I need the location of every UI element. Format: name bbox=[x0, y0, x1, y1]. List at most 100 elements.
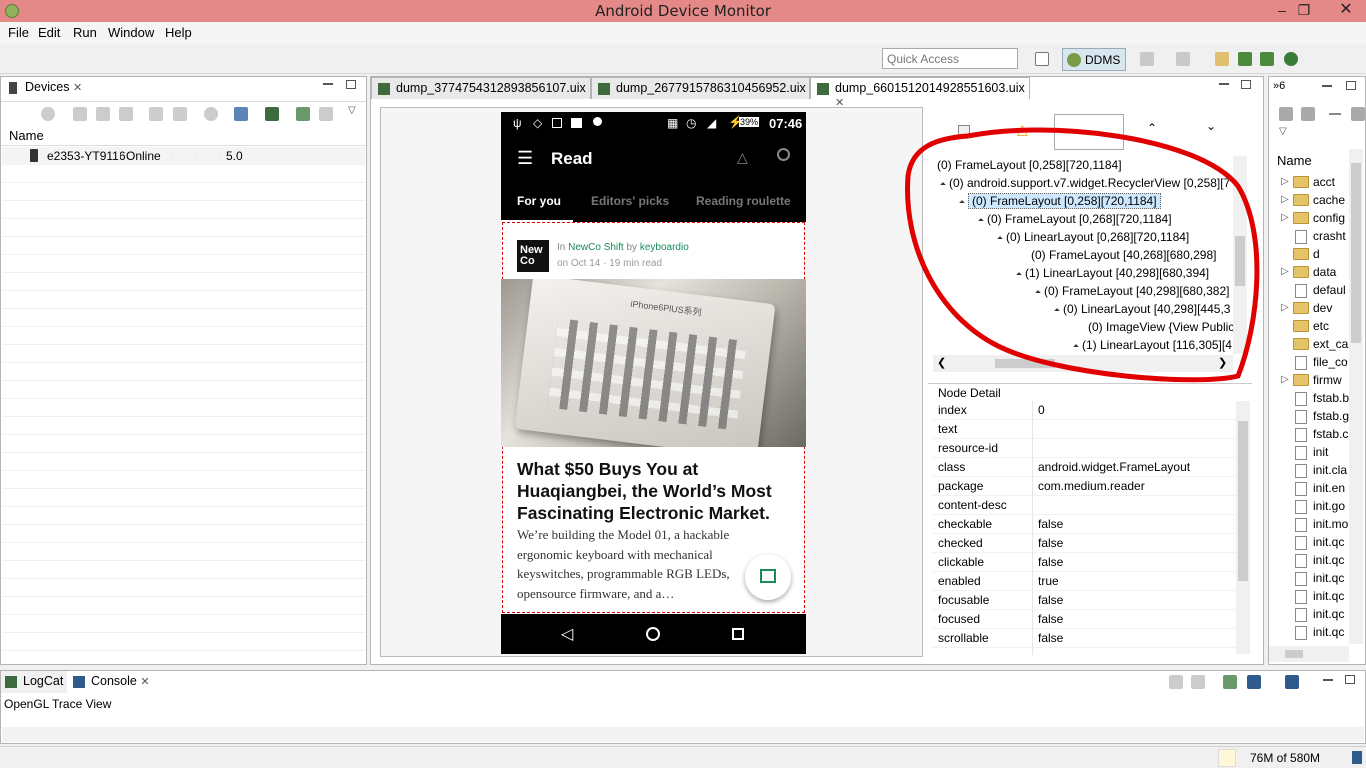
toolbar-action-icon[interactable] bbox=[1215, 52, 1229, 66]
close-icon[interactable]: ✕ bbox=[73, 82, 82, 94]
detail-row[interactable]: focusable false bbox=[932, 591, 1236, 610]
file-row[interactable]: init.qc bbox=[1269, 551, 1349, 569]
menu-file[interactable]: File bbox=[8, 25, 29, 40]
file-row[interactable]: ▷ firmw bbox=[1269, 371, 1349, 389]
new-folder-icon[interactable] bbox=[1351, 107, 1365, 121]
file-header-name[interactable]: Name bbox=[1277, 153, 1312, 168]
push-file-icon[interactable] bbox=[1301, 107, 1315, 121]
chevron-down-icon[interactable]: ▽ bbox=[1279, 126, 1287, 137]
vertical-scrollbar[interactable] bbox=[1349, 149, 1363, 644]
file-explorer-tab[interactable]: »6 bbox=[1273, 80, 1285, 92]
heap-dump-icon[interactable] bbox=[96, 107, 110, 121]
minimize-panel-icon[interactable] bbox=[1322, 85, 1332, 87]
back-icon[interactable]: ◁ bbox=[561, 624, 573, 644]
console-action-icon[interactable] bbox=[1285, 675, 1299, 689]
bell-icon[interactable]: △ bbox=[737, 149, 748, 166]
debug-icon[interactable] bbox=[41, 107, 55, 121]
search-icon[interactable] bbox=[777, 148, 790, 161]
devices-tab[interactable]: Devices ✕ bbox=[1, 77, 89, 99]
menu-run[interactable]: Run bbox=[73, 25, 97, 40]
console-action-icon[interactable] bbox=[1169, 675, 1183, 689]
expander-icon[interactable]: ▷ bbox=[1281, 173, 1289, 191]
expander-icon[interactable]: ▷ bbox=[1281, 371, 1289, 389]
file-row[interactable]: fstab.b bbox=[1269, 389, 1349, 407]
delete-icon[interactable] bbox=[1329, 113, 1341, 115]
scroll-thumb[interactable] bbox=[1351, 163, 1361, 343]
pull-file-icon[interactable] bbox=[1279, 107, 1293, 121]
detail-row[interactable]: class android.widget.FrameLayout bbox=[932, 458, 1236, 477]
minimize-panel-icon[interactable] bbox=[1219, 83, 1229, 85]
file-row[interactable]: init.qc bbox=[1269, 533, 1349, 551]
camera-icon[interactable] bbox=[234, 107, 248, 121]
scroll-thumb[interactable] bbox=[1238, 421, 1248, 581]
minimize-panel-icon[interactable] bbox=[1323, 679, 1333, 681]
systrace-icon[interactable] bbox=[296, 107, 310, 121]
detail-row[interactable]: clickable false bbox=[932, 553, 1236, 572]
device-row[interactable]: e2353-YT9116 Online 5.0 bbox=[2, 147, 365, 165]
tab-editors-picks[interactable]: Editors' picks bbox=[591, 194, 669, 208]
toolbar-action-icon[interactable] bbox=[1238, 52, 1252, 66]
hamburger-icon[interactable]: ☰ bbox=[517, 148, 533, 169]
toolbar-action-icon[interactable] bbox=[1176, 52, 1190, 66]
file-row[interactable]: ▷ data bbox=[1269, 263, 1349, 281]
minimize-panel-icon[interactable] bbox=[323, 83, 333, 85]
detail-row[interactable]: scrollable false bbox=[932, 629, 1236, 648]
console-action-icon[interactable] bbox=[1247, 675, 1261, 689]
file-row[interactable]: init.cla bbox=[1269, 461, 1349, 479]
detail-row[interactable]: package com.medium.reader bbox=[932, 477, 1236, 496]
ddms-perspective-button[interactable]: DDMS bbox=[1062, 48, 1126, 71]
horizontal-scrollbar[interactable] bbox=[1269, 646, 1349, 662]
editor-tab-3[interactable]: dump_6601512014928551603.uix ✕ bbox=[810, 77, 1030, 109]
author-link[interactable]: keyboardio bbox=[640, 242, 689, 253]
maximize-panel-icon[interactable] bbox=[1241, 80, 1251, 89]
expander-icon[interactable]: ▷ bbox=[1281, 263, 1289, 281]
detail-row[interactable]: index 0 bbox=[932, 401, 1236, 420]
file-row[interactable]: file_co bbox=[1269, 353, 1349, 371]
maximize-panel-icon[interactable] bbox=[1346, 81, 1356, 90]
file-row[interactable]: crasht bbox=[1269, 227, 1349, 245]
file-row[interactable]: fstab.c bbox=[1269, 425, 1349, 443]
maximize-button[interactable]: ❐ bbox=[1284, 0, 1324, 22]
file-row[interactable]: init.en bbox=[1269, 479, 1349, 497]
dump-view-hierarchy-icon[interactable] bbox=[265, 107, 279, 121]
console-tab[interactable]: Console ✕ bbox=[69, 671, 159, 693]
toolbar-action-icon[interactable] bbox=[1260, 52, 1274, 66]
menu-window[interactable]: Window bbox=[108, 25, 154, 40]
console-hscroll[interactable] bbox=[2, 727, 1364, 742]
logcat-tab[interactable]: LogCat bbox=[1, 671, 67, 693]
file-row[interactable]: etc bbox=[1269, 317, 1349, 335]
file-row[interactable]: init.qc bbox=[1269, 623, 1349, 641]
toolbar-action-icon[interactable] bbox=[1284, 52, 1298, 66]
detail-row[interactable]: focused false bbox=[932, 610, 1236, 629]
tab-reading-roulette[interactable]: Reading roulette bbox=[696, 194, 791, 208]
heap-memory[interactable]: 76M of 580M bbox=[1250, 751, 1320, 765]
detail-row[interactable]: text bbox=[932, 420, 1236, 439]
recents-icon[interactable] bbox=[732, 628, 744, 640]
expander-icon[interactable]: ▷ bbox=[1281, 209, 1289, 227]
file-row[interactable]: d bbox=[1269, 245, 1349, 263]
menu-help[interactable]: Help bbox=[165, 25, 192, 40]
open-perspective-icon[interactable] bbox=[1035, 52, 1049, 66]
console-action-icon[interactable] bbox=[1223, 675, 1237, 689]
device-screenshot[interactable]: ψ ◇ ▦ ◷ ◢ ⚡ 39% 07:46 ☰ Read △ For you E… bbox=[501, 112, 806, 654]
file-row[interactable]: init bbox=[1269, 443, 1349, 461]
file-row[interactable]: ▷ dev bbox=[1269, 299, 1349, 317]
file-row[interactable]: ▷ cache bbox=[1269, 191, 1349, 209]
file-row[interactable]: init.mo bbox=[1269, 515, 1349, 533]
detail-row[interactable]: checkable false bbox=[932, 515, 1236, 534]
column-name[interactable]: Name bbox=[9, 128, 44, 143]
console-action-icon[interactable] bbox=[1191, 675, 1205, 689]
file-row[interactable]: init.go bbox=[1269, 497, 1349, 515]
menu-edit[interactable]: Edit bbox=[38, 25, 60, 40]
vertical-scrollbar[interactable] bbox=[1236, 401, 1250, 654]
file-row[interactable]: init.qc bbox=[1269, 605, 1349, 623]
file-row[interactable]: fstab.g bbox=[1269, 407, 1349, 425]
expander-icon[interactable]: ▷ bbox=[1281, 299, 1289, 317]
gc-icon[interactable] bbox=[119, 107, 133, 121]
post-image[interactable]: iPhone6PlUS系列 bbox=[501, 279, 806, 447]
tab-for-you[interactable]: For you bbox=[517, 194, 561, 208]
file-row[interactable]: defaul bbox=[1269, 281, 1349, 299]
detail-row[interactable]: checked false bbox=[932, 534, 1236, 553]
post-headline[interactable]: What $50 Buys You at Huaqiangbei, the Wo… bbox=[517, 458, 787, 524]
editor-tab-1[interactable]: dump_3774754312893856107.uix bbox=[371, 77, 591, 99]
